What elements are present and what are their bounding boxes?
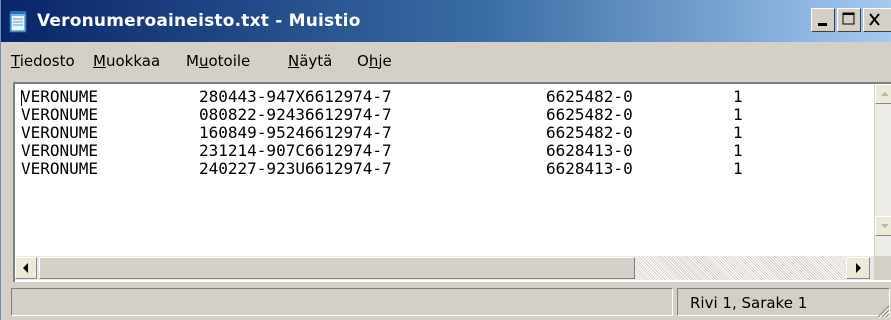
menu-nayta[interactable]: Näytä xyxy=(288,51,332,71)
text-line: VERONUME 240227-923U6612974-7 6628413-0 … xyxy=(21,159,743,178)
title-bar[interactable]: Veronumeroaineisto.txt - Muistio xyxy=(1,0,891,42)
close-icon xyxy=(869,13,880,26)
vertical-scrollbar[interactable] xyxy=(874,84,891,256)
horizontal-scrollbar[interactable] xyxy=(15,256,874,280)
menu-muotoile[interactable]: Muotoile xyxy=(186,51,250,71)
menu-muotoile-label: otoile xyxy=(208,52,251,70)
text-editor[interactable]: VERONUME 280443-947X6612974-7 6625482-0 … xyxy=(13,82,891,282)
arrow-right-icon xyxy=(856,263,861,273)
notepad-icon xyxy=(9,11,27,33)
menu-muokkaa-label: uokkaa xyxy=(105,52,161,70)
scroll-up-button[interactable] xyxy=(875,84,891,104)
text-line: VERONUME 080822-92436612974-7 6625482-0 … xyxy=(21,105,743,124)
arrow-down-icon xyxy=(881,224,889,228)
minimize-icon xyxy=(818,23,827,26)
menu-muotoile-prefix: M xyxy=(186,52,199,70)
window-title: Veronumeroaineisto.txt - Muistio xyxy=(37,11,361,31)
notepad-window: Veronumeroaineisto.txt - Muistio Tiedost… xyxy=(0,0,891,320)
minimize-button[interactable] xyxy=(811,8,835,32)
scroll-down-button[interactable] xyxy=(875,216,891,236)
menu-nayta-label: äytä xyxy=(299,52,333,70)
scroll-right-button[interactable] xyxy=(846,257,870,279)
cursor-position: Rivi 1, Sarake 1 xyxy=(690,294,808,312)
text-line: VERONUME 231214-907C6612974-7 6628413-0 … xyxy=(21,141,743,160)
menu-tiedosto-label: iedosto xyxy=(19,52,75,70)
close-button[interactable] xyxy=(863,8,891,32)
maximize-icon xyxy=(842,12,855,25)
text-line: VERONUME 280443-947X6612974-7 6625482-0 … xyxy=(21,88,743,106)
status-panel-position: Rivi 1, Sarake 1 xyxy=(677,288,890,316)
menu-ohje-prefix: O xyxy=(357,52,369,70)
menu-muokkaa[interactable]: Muokkaa xyxy=(93,51,160,71)
scroll-track[interactable] xyxy=(635,256,846,280)
document-text[interactable]: VERONUME 280443-947X6612974-7 6625482-0 … xyxy=(21,88,861,256)
menu-bar: Tiedosto Muokkaa Muotoile Näytä Ohje xyxy=(1,42,891,80)
menu-ohje-label: je xyxy=(378,52,392,70)
arrow-up-icon xyxy=(881,92,889,96)
menu-tiedosto[interactable]: Tiedosto xyxy=(11,51,75,71)
resize-grip-icon[interactable] xyxy=(876,304,890,318)
scrollbar-corner xyxy=(874,256,891,280)
scroll-left-button[interactable] xyxy=(15,257,37,279)
status-bar: Rivi 1, Sarake 1 xyxy=(1,282,891,320)
text-line: VERONUME 160849-95246612974-7 6625482-0 … xyxy=(21,123,743,142)
arrow-left-icon xyxy=(23,263,28,273)
menu-ohje[interactable]: Ohje xyxy=(357,51,392,71)
horizontal-scroll-thumb[interactable] xyxy=(39,257,635,279)
maximize-button[interactable] xyxy=(837,8,861,32)
status-panel-main xyxy=(11,288,673,316)
